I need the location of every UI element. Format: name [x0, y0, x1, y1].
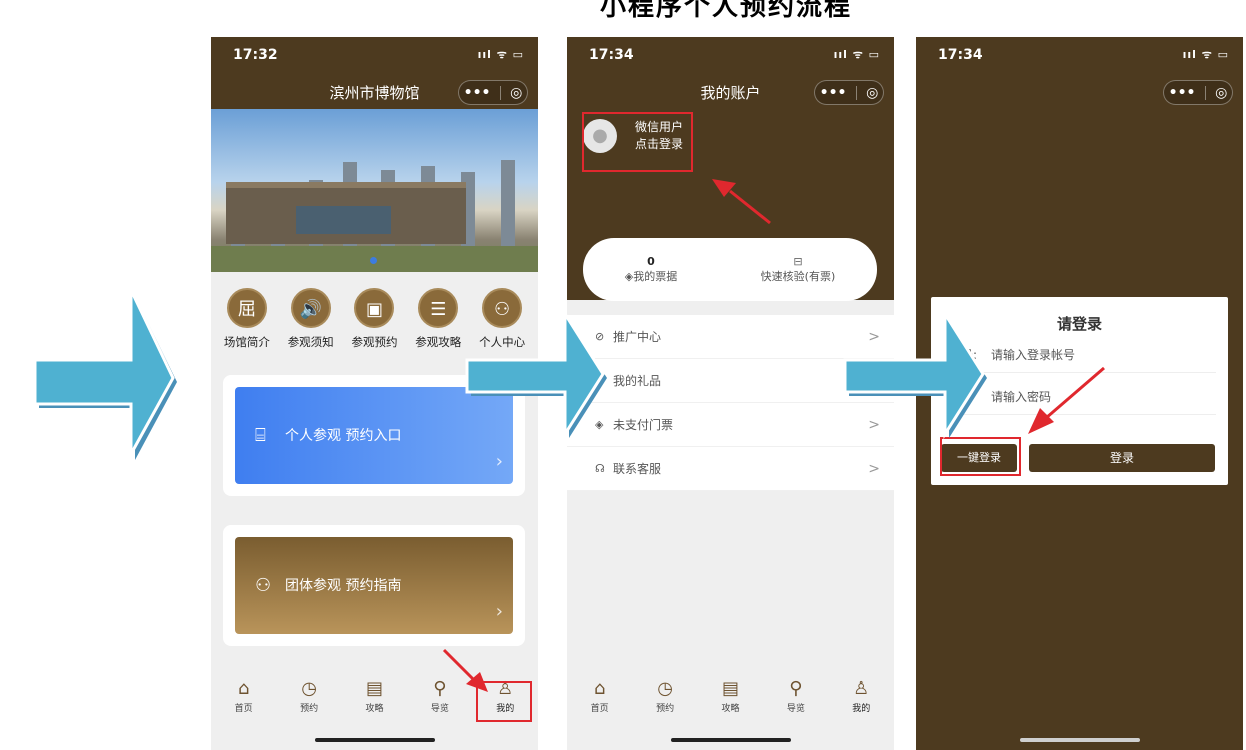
chevron-right-icon: ›	[495, 451, 503, 472]
tab-label: 预约	[300, 704, 319, 714]
menu-label: 推广中心	[613, 330, 662, 344]
flow-arrow-icon	[33, 289, 177, 460]
group-booking-card[interactable]: ⚇ 团体参观 预约指南 ›	[235, 537, 513, 634]
tab-booking[interactable]: ◷ 预约	[640, 677, 690, 725]
menu-label: 参观须知	[287, 335, 334, 349]
chevron-right-icon: ›	[495, 601, 503, 622]
tab-guide[interactable]: ▤ 攻略	[349, 677, 399, 725]
tab-label: 攻略	[365, 704, 384, 714]
carousel-indicator[interactable]	[370, 257, 377, 264]
group-booking-section: ⚇ 团体参观 预约指南 ›	[223, 525, 525, 646]
status-icons: ııl ᯤ ▭	[477, 48, 524, 61]
menu-customer-service[interactable]: ☊ 联系客服 >	[567, 447, 894, 491]
card-label: 团体参观 预约指南	[285, 578, 402, 594]
page-title: 小程序个人预约流程	[600, 0, 853, 22]
city-building	[501, 160, 515, 250]
clock-icon: ◷	[301, 678, 317, 699]
museum-building	[226, 182, 466, 244]
highlight-login-entry	[582, 112, 693, 172]
tab-booking[interactable]: ◷ 预约	[284, 677, 334, 725]
home-indicator[interactable]	[1019, 738, 1140, 742]
more-icon[interactable]: •••	[820, 85, 847, 101]
miniprogram-capsule[interactable]: ••• ◎	[814, 80, 884, 105]
status-bar: 17:34 ııl ᯤ ▭	[916, 37, 1243, 77]
capsule-divider	[1204, 85, 1206, 100]
tab-label: 首页	[234, 704, 253, 714]
home-indicator[interactable]	[314, 738, 435, 742]
booking-icon: ⌸	[255, 425, 266, 446]
user-icon: ♙	[853, 678, 870, 699]
menu-museum-intro[interactable]: 屈 场馆简介	[216, 288, 278, 358]
my-tickets[interactable]: 0 ◈我的票据	[625, 255, 677, 284]
close-miniprogram-icon[interactable]: ◎	[510, 85, 522, 101]
miniprogram-capsule[interactable]: ••• ◎	[458, 80, 528, 105]
headset-icon: ☊	[595, 462, 605, 475]
calendar-icon: ▣	[354, 288, 395, 328]
tab-tour[interactable]: ⚲ 导览	[771, 677, 821, 725]
pointer-arrow-icon	[442, 648, 488, 692]
account-input[interactable]: 请输入登录帐号	[991, 346, 1075, 363]
card-label: 个人参观 预约入口	[285, 428, 402, 444]
chevron-right-icon: >	[868, 460, 880, 477]
status-bar: 17:32 ııl ᯤ ▭	[211, 37, 538, 77]
status-bar: 17:34 ııl ᯤ ▭	[567, 37, 894, 77]
home-icon: ⌂	[237, 678, 250, 699]
quick-verify[interactable]: ⊟ 快速核验(有票)	[761, 255, 836, 284]
miniprogram-capsule[interactable]: ••• ◎	[1163, 80, 1233, 105]
menu-label: 参观预约	[351, 335, 398, 349]
status-icons: ııl ᯤ ▭	[833, 48, 880, 61]
tab-label: 首页	[590, 704, 609, 714]
pointer-arrow-icon	[1028, 366, 1105, 434]
tab-guide[interactable]: ▤ 攻略	[705, 677, 755, 725]
tab-label: 导览	[430, 704, 449, 714]
menu-visit-guide[interactable]: ☰ 参观攻略	[407, 288, 469, 358]
pointer-arrow-icon	[712, 179, 771, 225]
menu-label: 场馆简介	[223, 335, 270, 349]
home-icon: ⌂	[593, 678, 606, 699]
close-miniprogram-icon[interactable]: ◎	[1215, 85, 1227, 101]
status-icons: ııl ᯤ ▭	[1182, 48, 1229, 61]
ticket-count: 0	[647, 255, 655, 268]
ticket-label: ◈我的票据	[624, 270, 678, 283]
menu-label: 参观攻略	[415, 335, 462, 349]
menu-visit-notice[interactable]: 🔊 参观须知	[280, 288, 342, 358]
menu-label: 我的礼品	[613, 374, 662, 388]
tab-mine[interactable]: ♙ 我的	[836, 677, 886, 725]
capsule-divider	[855, 85, 857, 100]
speaker-icon: 🔊	[290, 288, 331, 328]
menu-visit-booking[interactable]: ▣ 参观预约	[343, 288, 405, 358]
capsule-divider	[499, 85, 501, 100]
tab-label: 攻略	[721, 704, 740, 714]
login-button[interactable]: 登录	[1029, 444, 1215, 472]
tab-label: 预约	[656, 704, 675, 714]
status-time: 17:32	[233, 47, 278, 63]
more-icon[interactable]: •••	[464, 85, 491, 101]
tab-bar: ⌂ 首页 ◷ 预约 ▤ 攻略 ⚲ 导览 ♙ 我的	[567, 677, 894, 725]
flow-page: 小程序个人预约流程 17:32 ııl ᯤ ▭ 滨州市博物馆 ••• ◎ 屈 场…	[0, 0, 1246, 750]
museum-intro-icon: 屈	[226, 288, 267, 328]
group-icon: ⚇	[255, 575, 272, 596]
museum-banner-image[interactable]	[211, 109, 538, 272]
close-miniprogram-icon[interactable]: ◎	[866, 85, 878, 101]
tab-home[interactable]: ⌂ 首页	[219, 677, 269, 725]
home-indicator[interactable]	[670, 738, 791, 742]
book-icon: ▤	[365, 678, 383, 699]
more-icon[interactable]: •••	[1169, 85, 1196, 101]
book-icon: ▤	[721, 678, 739, 699]
flow-arrow-icon	[465, 310, 607, 440]
ticket-stats: 0 ◈我的票据 ⊟ 快速核验(有票)	[583, 238, 877, 301]
verify-label: 快速核验(有票)	[760, 270, 836, 283]
clock-icon: ◷	[657, 678, 673, 699]
tab-label: 我的	[852, 704, 871, 714]
flow-arrow-icon	[843, 310, 987, 440]
status-time: 17:34	[589, 47, 634, 63]
menu-label: 联系客服	[613, 462, 662, 476]
menu-label: 未支付门票	[613, 418, 674, 432]
tab-home[interactable]: ⌂ 首页	[575, 677, 625, 725]
map-icon: ⚲	[789, 678, 803, 699]
tab-label: 导览	[786, 704, 805, 714]
status-time: 17:34	[938, 47, 983, 63]
scan-icon: ⊟	[793, 255, 803, 268]
document-icon: ☰	[418, 288, 459, 328]
